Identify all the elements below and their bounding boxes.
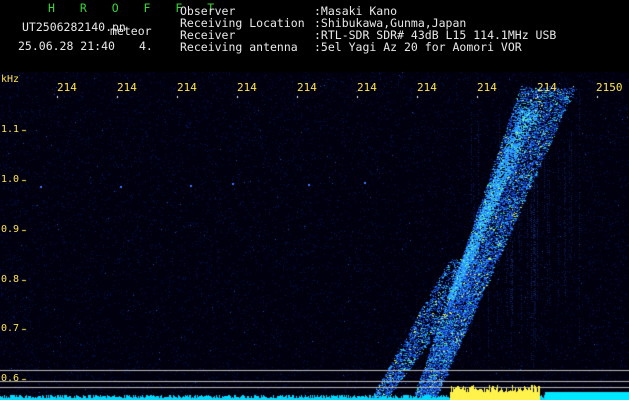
antenna-label: Receiving antenna xyxy=(180,40,298,54)
count: 4. xyxy=(139,39,153,53)
x-tick: 214 xyxy=(57,81,77,94)
mode-label: meteor xyxy=(110,24,152,38)
y-tick: 0.6 xyxy=(1,373,20,384)
x-tick: 214 xyxy=(237,81,257,94)
y-tick: 1.0 xyxy=(1,174,20,185)
y-axis-unit: kHz xyxy=(1,74,20,85)
x-tick: 214 xyxy=(357,81,377,94)
x-tick: 2150 xyxy=(596,81,623,94)
y-tick: 0.8 xyxy=(1,274,20,285)
x-tick: 214 xyxy=(477,81,497,94)
y-tick: 0.9 xyxy=(1,224,20,235)
x-tick: 214 xyxy=(177,81,197,94)
y-tick: 0.7 xyxy=(1,323,20,334)
datetime: 25.06.28 21:40 xyxy=(18,39,115,53)
x-tick: 214 xyxy=(297,81,317,94)
spectrogram xyxy=(0,0,629,400)
x-tick: 214 xyxy=(537,81,557,94)
x-tick: 214 xyxy=(117,81,137,94)
antenna-value: :5el Yagi Az 20 for Aomori VOR xyxy=(314,40,522,54)
x-tick: 214 xyxy=(417,81,437,94)
y-tick: 1.1 xyxy=(1,124,20,135)
